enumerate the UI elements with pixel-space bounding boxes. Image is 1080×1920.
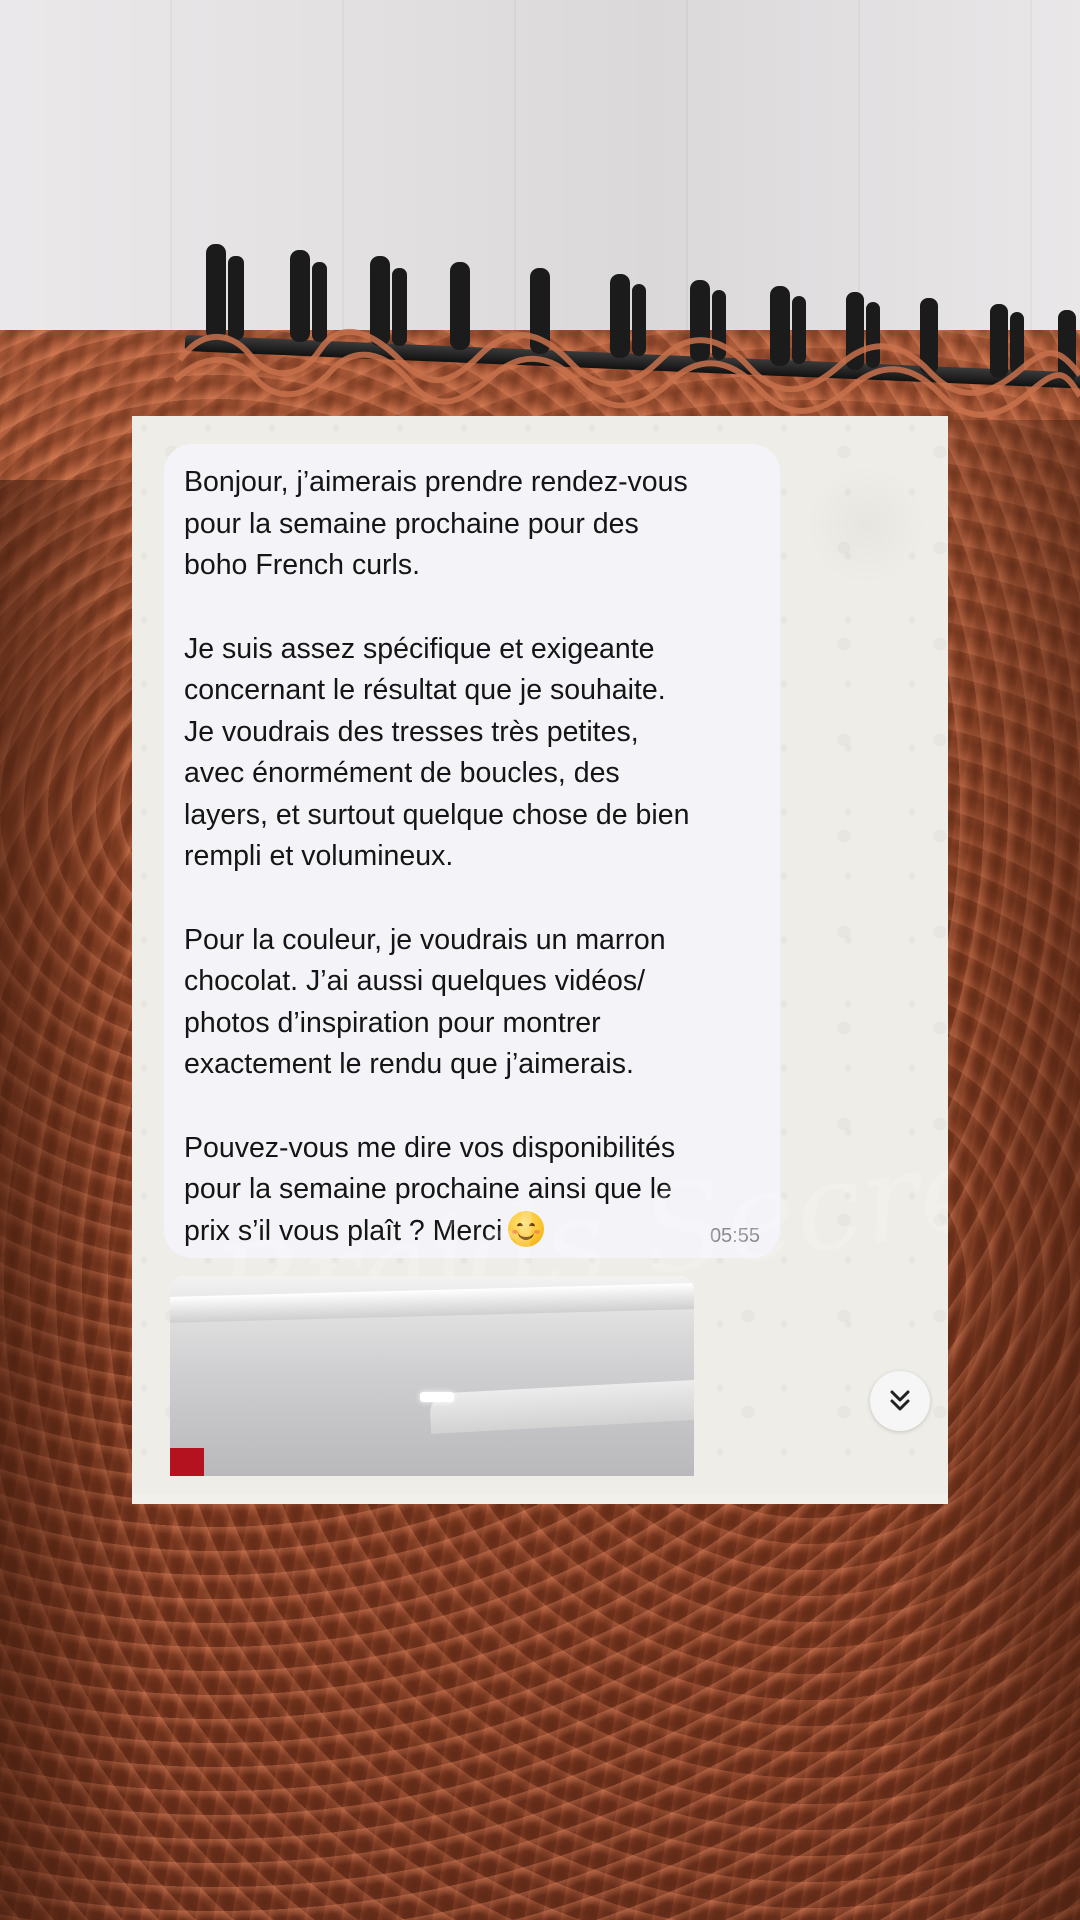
message-paragraph: Je suis assez spécifique et exigeante co…	[184, 632, 690, 873]
message-timestamp: 05:55	[709, 1225, 760, 1247]
composer-edge	[132, 1494, 948, 1504]
message-paragraph: Bonjour, j’aimerais prendre rendez-vous …	[184, 466, 688, 581]
message-paragraph: Pour la couleur, je voudrais un marron c…	[184, 923, 666, 1081]
ceiling-molding	[170, 1283, 694, 1323]
ceiling-panel	[429, 1378, 694, 1434]
hair-rack-clips	[172, 244, 1080, 418]
double-chevron-down-icon	[890, 1390, 910, 1411]
video-attachment-thumbnail[interactable]	[170, 1276, 694, 1476]
scroll-to-bottom-button[interactable]	[870, 1371, 930, 1431]
hair-shadow-left	[0, 480, 150, 1920]
message-paragraph-text: Pouvez-vous me dire vos disponibilités p…	[184, 1131, 676, 1247]
incoming-message-bubble[interactable]: Bonjour, j’aimerais prendre rendez-vous …	[164, 444, 780, 1258]
message-paragraph-last: Pouvez-vous me dire vos disponibilités p…	[184, 1128, 756, 1253]
red-object	[170, 1448, 204, 1476]
chat-screenshot: Bonjour, j’aimerais prendre rendez-vous …	[132, 416, 948, 1504]
ceiling-light	[420, 1392, 454, 1402]
smiling-face-emoji-icon	[508, 1210, 545, 1247]
